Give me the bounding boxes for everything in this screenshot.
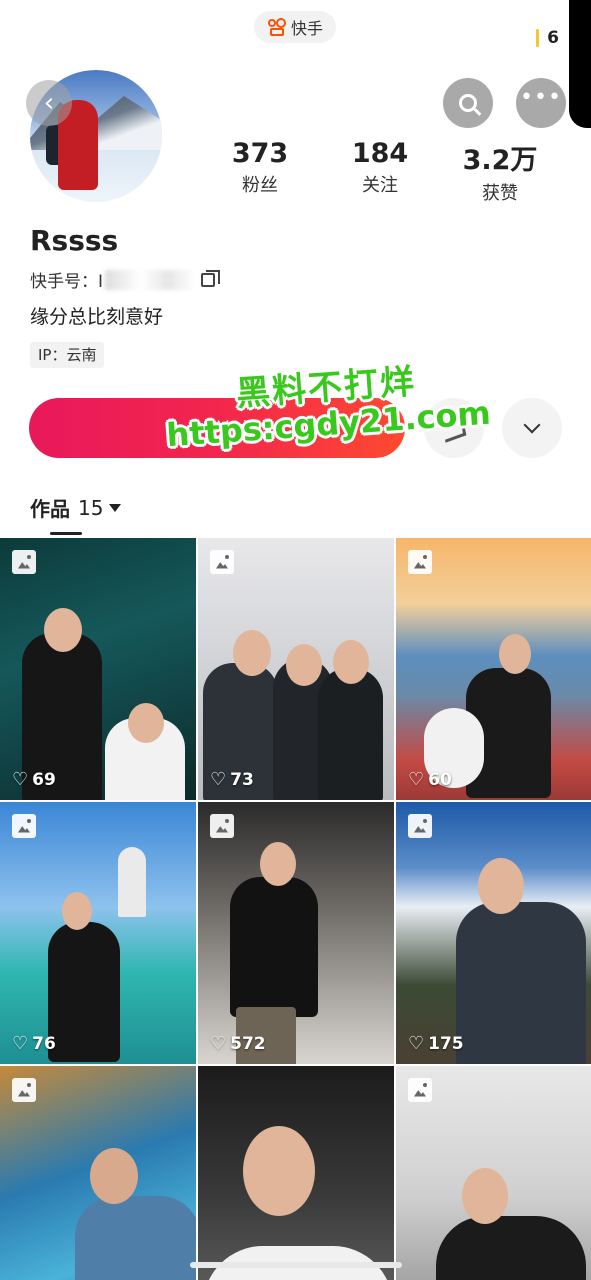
tile-likes-count: 60 bbox=[428, 769, 452, 790]
tile-tower bbox=[118, 847, 146, 917]
stat-fans[interactable]: 373 粉丝 bbox=[200, 138, 320, 205]
top-right-black-edge bbox=[569, 0, 591, 128]
tile-person bbox=[48, 922, 120, 1062]
search-button[interactable] bbox=[443, 78, 493, 128]
ip-location-tag: IP：云南 bbox=[30, 342, 105, 368]
stat-value: 184 bbox=[351, 138, 409, 169]
kuaishou-logo-icon bbox=[267, 17, 287, 37]
work-tile[interactable]: ♡ 69 bbox=[0, 538, 196, 800]
tile-likes-count: 572 bbox=[230, 1033, 266, 1054]
heart-icon: ♡ bbox=[408, 769, 425, 790]
stat-label: 获赞 bbox=[482, 183, 518, 204]
tile-likes-count: 73 bbox=[230, 769, 254, 790]
tile-likes-count: 175 bbox=[428, 1033, 464, 1054]
work-tile[interactable] bbox=[198, 1066, 394, 1280]
work-tile[interactable] bbox=[396, 1066, 591, 1280]
tile-person-head bbox=[62, 892, 92, 930]
tab-works[interactable]: 作品 15 bbox=[30, 493, 122, 522]
tile-person bbox=[318, 668, 383, 800]
image-icon bbox=[408, 550, 432, 574]
expand-button[interactable] bbox=[502, 398, 562, 458]
tile-likes: ♡ 76 bbox=[12, 1033, 56, 1054]
heart-icon: ♡ bbox=[408, 1033, 425, 1054]
more-dots-icon: ••• bbox=[520, 85, 562, 110]
status-indicator: 6 bbox=[536, 28, 559, 48]
work-tile[interactable]: ♡ 175 bbox=[396, 802, 591, 1064]
copy-icon[interactable] bbox=[201, 269, 221, 287]
search-icon bbox=[459, 94, 477, 112]
stat-label: 关注 bbox=[362, 175, 398, 196]
app-name: 快手 bbox=[290, 19, 323, 38]
work-tile[interactable]: ♡ 60 bbox=[396, 538, 591, 800]
tile-person-head bbox=[128, 703, 164, 743]
tile-person-head bbox=[243, 1126, 315, 1216]
username: Rssss bbox=[30, 224, 119, 257]
tile-person-head bbox=[333, 640, 369, 684]
stat-likes[interactable]: 3.2万 获赞 bbox=[440, 138, 560, 205]
profile-stats: 373 粉丝 184 关注 3.2万 获赞 bbox=[200, 138, 560, 205]
tile-likes: ♡ 69 bbox=[12, 769, 56, 790]
image-icon bbox=[210, 550, 234, 574]
tile-likes: ♡ 175 bbox=[408, 1033, 464, 1054]
tile-person bbox=[75, 1196, 196, 1280]
kuaishou-id-blurred bbox=[105, 269, 196, 290]
stat-label: 粉丝 bbox=[242, 175, 278, 196]
tile-person-head bbox=[478, 858, 524, 914]
heart-icon: ♡ bbox=[210, 769, 227, 790]
caret-down-icon bbox=[109, 503, 122, 512]
heart-icon: ♡ bbox=[12, 769, 29, 790]
tile-person-head bbox=[499, 634, 531, 674]
tile-person-head bbox=[90, 1148, 138, 1204]
kuaishou-id-label: 快手号：I bbox=[30, 272, 104, 292]
tile-person bbox=[436, 1216, 586, 1280]
back-arrow-icon: ‹ bbox=[43, 88, 55, 118]
image-icon bbox=[12, 1078, 36, 1102]
chevron-down-icon bbox=[523, 416, 541, 434]
tile-person-head bbox=[462, 1168, 508, 1224]
profile-bio: 缘分总比刻意好 bbox=[30, 306, 164, 328]
works-count: 15 bbox=[78, 495, 104, 520]
image-icon bbox=[210, 814, 234, 838]
tile-person bbox=[230, 877, 318, 1017]
tile-likes-count: 76 bbox=[32, 1033, 56, 1054]
tile-person-head bbox=[233, 630, 271, 676]
work-tile[interactable]: ♡ 76 bbox=[0, 802, 196, 1064]
tile-likes: ♡ 572 bbox=[210, 1033, 266, 1054]
tab-underline bbox=[50, 532, 82, 535]
home-indicator[interactable] bbox=[190, 1262, 402, 1268]
tile-person-head bbox=[260, 842, 296, 886]
image-icon bbox=[12, 814, 36, 838]
works-grid: ♡ 69 ♡ 73 ♡ 60 ♡ 76 ♡ 572 ♡ 175 bbox=[0, 538, 591, 1280]
kuaishou-app-pill[interactable]: 快手 bbox=[254, 11, 336, 43]
image-icon bbox=[408, 814, 432, 838]
heart-icon: ♡ bbox=[210, 1033, 227, 1054]
heart-icon: ♡ bbox=[12, 1033, 29, 1054]
status-count: 6 bbox=[547, 28, 559, 48]
tile-likes: ♡ 60 bbox=[408, 769, 452, 790]
back-button[interactable]: ‹ bbox=[26, 80, 72, 126]
tile-person-head bbox=[286, 644, 322, 686]
tile-person-head bbox=[44, 608, 82, 652]
kuaishou-id-row: 快手号：I bbox=[30, 267, 221, 292]
stat-value: 3.2万 bbox=[462, 145, 538, 176]
image-icon bbox=[12, 550, 36, 574]
tile-likes: ♡ 73 bbox=[210, 769, 254, 790]
image-icon bbox=[408, 1078, 432, 1102]
stat-following[interactable]: 184 关注 bbox=[320, 138, 440, 205]
works-tab-label: 作品 bbox=[30, 497, 70, 521]
more-button[interactable]: ••• bbox=[516, 78, 566, 128]
tile-person bbox=[456, 902, 586, 1064]
status-bar-icon bbox=[536, 29, 540, 47]
work-tile[interactable]: ♡ 73 bbox=[198, 538, 394, 800]
work-tile[interactable] bbox=[0, 1066, 196, 1280]
stat-value: 373 bbox=[231, 138, 289, 169]
work-tile[interactable]: ♡ 572 bbox=[198, 802, 394, 1064]
tile-likes-count: 69 bbox=[32, 769, 56, 790]
